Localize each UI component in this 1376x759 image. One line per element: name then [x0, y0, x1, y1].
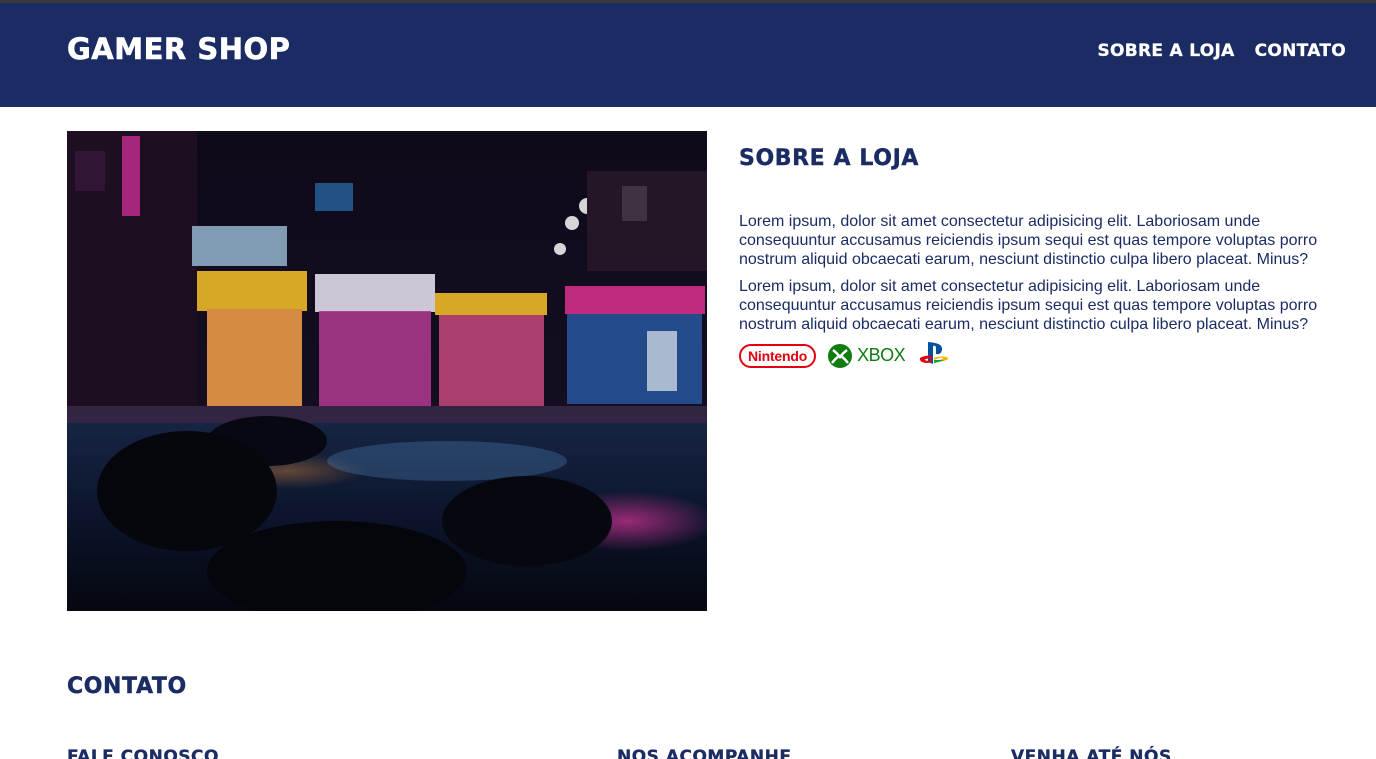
xbox-logo: XBOX [828, 343, 906, 368]
about-paragraph-2: Lorem ipsum, dolor sit amet consectetur … [739, 278, 1318, 333]
site-header: Gamer Shop Sobre a loja Contato [0, 3, 1376, 107]
xbox-sphere-icon [828, 343, 853, 368]
contact-title: Contato [67, 674, 187, 699]
contact-column-nos-acompanhe: Nos acompanhe [617, 747, 792, 759]
about-section: Sobre a loja Lorem ipsum, dolor sit amet… [739, 146, 1339, 334]
about-title: Sobre a loja [739, 146, 919, 171]
nav-link-sobre-a-loja[interactable]: Sobre a loja [1097, 41, 1234, 61]
xbox-wordmark: XBOX [857, 345, 906, 365]
hero-image-night-street [67, 131, 707, 611]
about-paragraph-1: Lorem ipsum, dolor sit amet consectetur … [739, 213, 1318, 268]
site-logo[interactable]: Gamer Shop [67, 32, 291, 67]
contact-column-fale-conosco: Fale conosco [67, 747, 219, 759]
playstation-logo [917, 340, 951, 371]
main-nav: Sobre a loja Contato [1097, 41, 1346, 61]
nintendo-logo: Nintendo [739, 343, 817, 368]
contact-column-venha-ate-nos: Venha até nós [1011, 747, 1172, 759]
console-brands: Nintendo XBOX [739, 340, 951, 371]
hero-street-illustration [67, 131, 707, 611]
nav-link-contato[interactable]: Contato [1254, 41, 1346, 61]
